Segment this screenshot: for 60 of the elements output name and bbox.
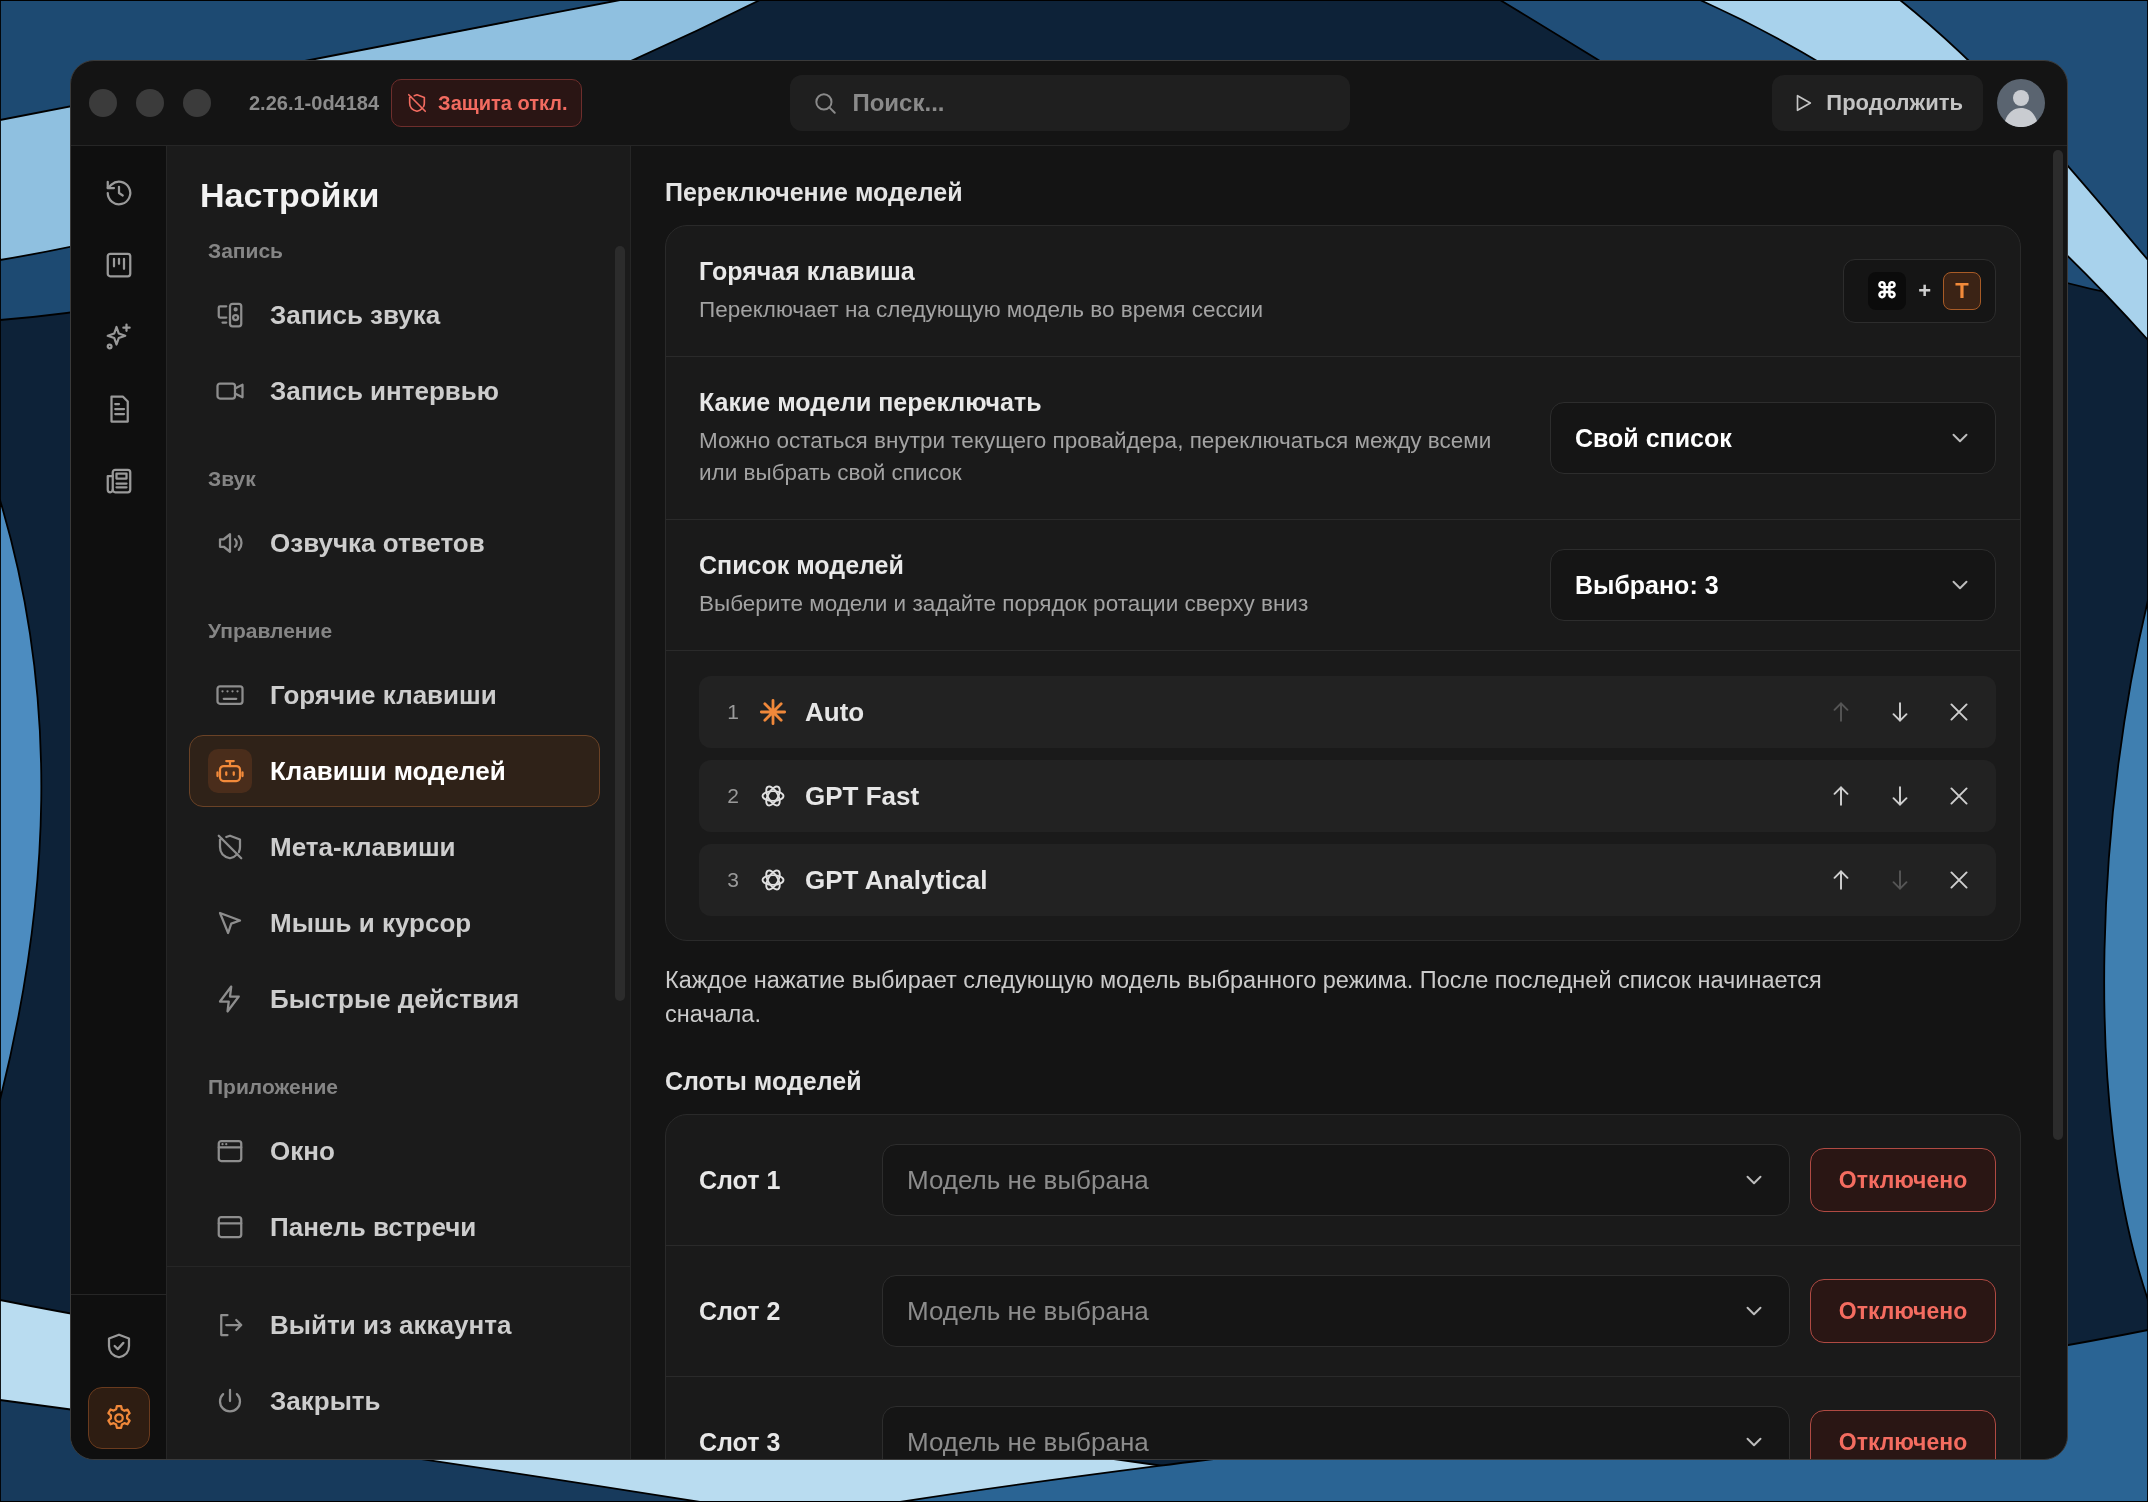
protection-badge[interactable]: Защита откл. — [391, 79, 583, 127]
slot-label: Слот 1 — [699, 1165, 782, 1195]
sidebar-item[interactable]: Окно — [189, 1115, 600, 1187]
key-cap: T — [1943, 272, 1981, 310]
continue-button[interactable]: Продолжить — [1772, 75, 1983, 131]
sidebar-item[interactable]: Быстрые действия — [189, 963, 600, 1035]
mode-dropdown[interactable]: Свой список — [1550, 402, 1996, 474]
sidebar-item[interactable]: Запись звука — [189, 279, 600, 351]
avatar[interactable] — [1997, 79, 2045, 127]
model-name: GPT Fast — [805, 780, 920, 812]
model-dropdown[interactable]: Модель не выбрана — [882, 1144, 1790, 1216]
order-number: 1 — [726, 700, 740, 724]
hint-text: Каждое нажатие выбирает следующую модель выбранного режима. После последней список начинается сначала. — [665, 966, 1823, 1029]
model-item[interactable]: 1 Auto — [699, 676, 1996, 748]
status-button[interactable]: Отключено — [1810, 1410, 1996, 1459]
status-button[interactable]: Отключено — [1810, 1148, 1996, 1212]
robot-icon — [208, 749, 252, 793]
sidebar-title: Настройки — [199, 176, 381, 215]
scrollbar[interactable] — [2053, 150, 2063, 1140]
row-title: Список моделей — [699, 550, 905, 580]
model-name: Auto — [805, 696, 865, 728]
slot-label: Слот 3 — [699, 1427, 782, 1457]
row-description: Выберите модели и задайте порядок ротации сверху вниз — [699, 589, 1309, 618]
model-name: GPT Analytical — [805, 864, 988, 896]
sidebar-item[interactable]: Горячие клавиши — [189, 659, 600, 731]
model-dropdown[interactable]: Модель не выбрана — [882, 1275, 1790, 1347]
status-button[interactable]: Отключено — [1810, 1279, 1996, 1343]
section-label: Запись — [207, 239, 285, 263]
model-dropdown[interactable]: Модель не выбрана — [882, 1406, 1790, 1459]
plus-sign: + — [1918, 278, 1931, 304]
model-item[interactable]: 3 GPT Analytical — [699, 844, 1996, 916]
key-cap: ⌘ — [1868, 272, 1907, 310]
row-description: Можно остаться внутри текущего провайдера, переключаться между всеми или выбрать свой список — [699, 426, 1493, 487]
hotkey-field[interactable]: ⌘ + T — [1843, 259, 1996, 323]
section-heading: Слоты моделей — [665, 1067, 863, 1096]
asterisk-icon — [759, 698, 787, 726]
sidebar-item[interactable]: Мышь и курсор — [189, 887, 600, 959]
model-item[interactable]: 2 GPT Fast — [699, 760, 1996, 832]
sidebar-item[interactable]: Закрыть — [189, 1365, 600, 1437]
sidebar-item[interactable]: Запись интервью — [189, 355, 600, 427]
order-number: 3 — [726, 868, 740, 892]
row-title: Какие модели переключать — [699, 387, 1043, 417]
row-title: Горячая клавиша — [699, 256, 916, 286]
section-label: Приложение — [207, 1075, 339, 1099]
section-label: Звук — [207, 467, 257, 491]
order-number: 2 — [726, 784, 740, 808]
row-description: Переключает на следующую модель во время сессии — [699, 295, 1264, 324]
settings-icon[interactable] — [87, 1387, 150, 1449]
search-field[interactable]: Поиск... — [790, 75, 1351, 131]
search-icon — [812, 90, 839, 116]
models-dropdown[interactable]: Выбрано: 3 — [1550, 549, 1996, 621]
sidebar-item[interactable]: Выйти из аккаунта — [189, 1289, 600, 1361]
version-label: 2.26.1-0d4184 — [249, 91, 380, 115]
sidebar-item[interactable]: Озвучка ответов — [189, 507, 600, 579]
sidebar-item[interactable]: Клавиши моделей — [189, 735, 600, 807]
sidebar-item[interactable]: Панель встречи — [189, 1191, 600, 1263]
section-label: Управление — [207, 619, 334, 643]
slot-label: Слот 2 — [699, 1296, 782, 1326]
sidebar-item[interactable]: Мета-клавиши — [189, 811, 600, 883]
section-heading: Переключение моделей — [665, 178, 964, 207]
